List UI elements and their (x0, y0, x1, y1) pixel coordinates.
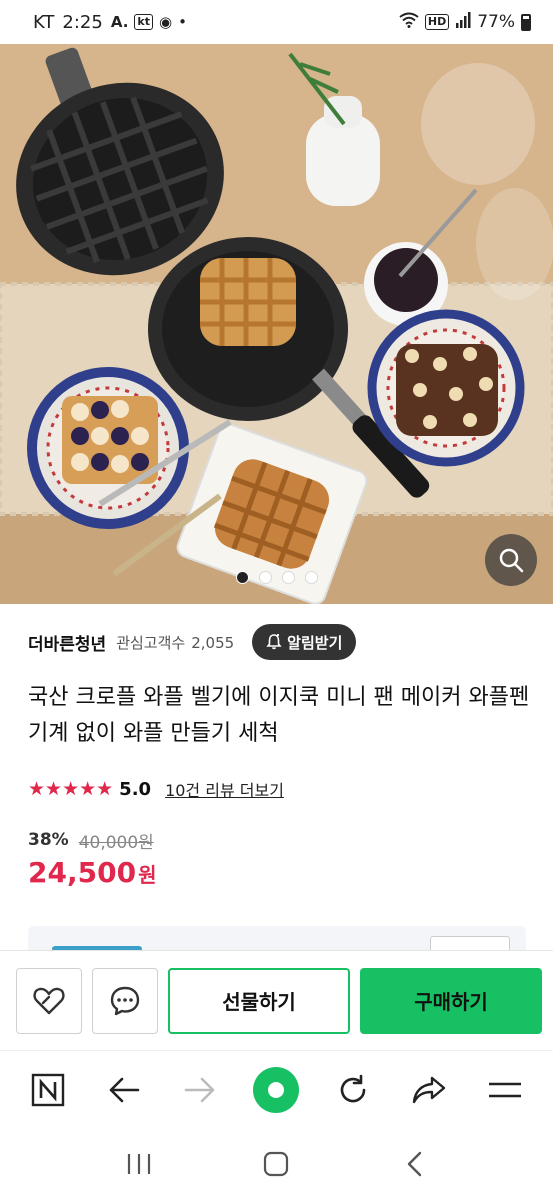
chevron-left-icon (407, 1151, 422, 1177)
recent-apps-icon (127, 1154, 150, 1174)
system-home-button[interactable] (251, 1139, 301, 1189)
sale-price: 24,500 (28, 856, 137, 889)
alarm-label: 알림받기 (287, 633, 343, 652)
browser-toolbar (0, 1050, 553, 1128)
chat-icon (110, 986, 140, 1015)
a-icon: A. (110, 13, 129, 31)
seller-name[interactable]: 더바른청년 (28, 630, 106, 655)
forward-button[interactable] (175, 1065, 225, 1115)
bell-icon (266, 634, 282, 650)
seller-row: 더바른청년 관심고객수 2,055 알림받기 (28, 622, 533, 662)
discount-row: 38% 40,000원 (28, 826, 154, 854)
refresh-icon (340, 1074, 365, 1102)
zoom-button[interactable] (485, 534, 537, 586)
discount-rate: 38% (28, 830, 69, 850)
kt-icon: kt (134, 14, 153, 30)
system-nav-bar (0, 1128, 553, 1200)
chrome-icon: ◉ (159, 13, 173, 31)
status-left: KT 2:25 A. kt ◉ • (33, 12, 187, 33)
clock: 2:25 (62, 11, 103, 33)
arrow-right-icon (185, 1077, 215, 1102)
price-row: 24,500 원 (28, 856, 156, 898)
arrow-left-icon (109, 1077, 140, 1102)
alarm-button[interactable]: 알림받기 (252, 624, 357, 660)
menu-button[interactable] (480, 1065, 530, 1115)
product-title: 국산 크로플 와플 벨기에 이지쿡 미니 팬 메이커 와플펜 기계 없이 와플 … (28, 685, 530, 746)
rating-stars: ★★★★★ (28, 778, 114, 800)
gift-button[interactable]: 선물하기 (168, 967, 350, 1034)
back-button[interactable] (99, 1065, 149, 1115)
product-photo (0, 44, 553, 604)
carousel-dot-1[interactable] (235, 571, 249, 584)
wifi-icon (399, 12, 419, 33)
review-link[interactable]: 10건 리뷰 더보기 (165, 777, 284, 801)
carousel-dot-3[interactable] (281, 571, 295, 584)
carousel-dot-4[interactable] (304, 571, 318, 584)
like-button[interactable] (16, 967, 82, 1034)
naver-n-icon (31, 1073, 65, 1106)
hamburger-icon (488, 1082, 521, 1097)
carousel-dot-2[interactable] (258, 571, 272, 584)
signal-icon (455, 11, 471, 33)
status-bar: KT 2:25 A. kt ◉ • HD 77% (0, 0, 553, 44)
share-icon (412, 1076, 445, 1103)
battery-percent: 77% (477, 12, 515, 32)
green-dot-button[interactable] (251, 1065, 301, 1115)
rating-row: ★★★★★ 5.0 10건 리뷰 더보기 (28, 774, 284, 804)
product-image-carousel[interactable] (0, 44, 553, 604)
refresh-button[interactable] (328, 1065, 378, 1115)
fans-label: 관심고객수 (116, 633, 186, 652)
rating-value: 5.0 (119, 778, 152, 800)
green-dot-icon (253, 1066, 300, 1113)
carousel-indicator (0, 571, 553, 584)
seller-fans: 관심고객수 2,055 (116, 632, 234, 653)
buy-button[interactable]: 구매하기 (360, 967, 542, 1034)
price-unit: 원 (138, 863, 157, 887)
naver-home-button[interactable] (23, 1065, 73, 1115)
more-dot-icon: • (178, 13, 187, 31)
status-right: HD 77% (399, 11, 531, 33)
recent-apps-button[interactable] (114, 1139, 164, 1189)
notification-icons: A. kt ◉ • (111, 13, 187, 31)
heart-icon (33, 987, 65, 1014)
share-button[interactable] (404, 1065, 454, 1115)
battery-icon (521, 13, 531, 31)
original-price: 40,000원 (78, 832, 154, 853)
home-square-icon (264, 1151, 289, 1177)
hd-icon: HD (424, 14, 450, 30)
carrier-label: KT (33, 11, 55, 33)
purchase-action-bar: 선물하기 구매하기 (0, 950, 553, 1050)
talk-button[interactable] (92, 967, 158, 1034)
system-back-button[interactable] (389, 1139, 439, 1189)
search-icon (499, 548, 524, 573)
fans-count: 2,055 (191, 633, 235, 652)
